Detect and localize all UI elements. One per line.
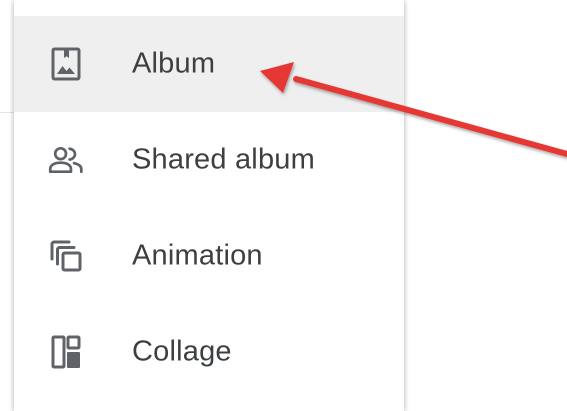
menu-item-label: Album (132, 47, 216, 80)
menu-item-animation[interactable]: Animation (14, 208, 404, 304)
background-divider (0, 112, 14, 113)
menu-item-label: Animation (132, 239, 263, 272)
create-menu: Album Shared album Animation Collage (14, 0, 404, 411)
animation-icon (48, 238, 84, 274)
menu-item-shared-album[interactable]: Shared album (14, 112, 404, 208)
menu-item-label: Collage (132, 335, 232, 368)
screenshot-stage: Album Shared album Animation Collage (0, 0, 567, 411)
people-icon (48, 142, 84, 178)
menu-item-album[interactable]: Album (14, 16, 404, 112)
collage-icon (48, 334, 84, 370)
menu-item-collage[interactable]: Collage (14, 304, 404, 400)
photo-album-icon (48, 46, 84, 82)
menu-item-label: Shared album (132, 143, 315, 176)
